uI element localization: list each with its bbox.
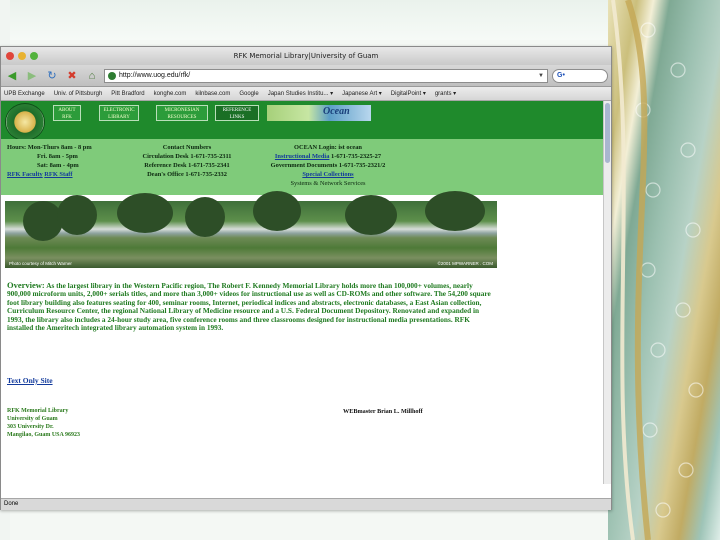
bookmark-item[interactable]: DigitalPoint ▾ bbox=[391, 90, 426, 97]
rfk-staff-link[interactable]: RFK Staff bbox=[44, 171, 72, 178]
overview-text: As the largest library in the Western Pa… bbox=[7, 281, 491, 333]
status-bar: Done bbox=[1, 498, 611, 510]
ocean-login-heading: OCEAN Login: ist ocean bbox=[294, 144, 362, 151]
photo-credit: Photo courtesy of Mitch Warner bbox=[9, 261, 72, 266]
vertical-scrollbar[interactable] bbox=[603, 101, 611, 484]
site-nav-band: ABOUT RFK ELECTRONIC LIBRARY MICRONESIAN… bbox=[1, 101, 611, 141]
window-title: RFK Memorial Library|University of Guam bbox=[233, 52, 379, 60]
forward-icon[interactable]: ▶ bbox=[24, 68, 40, 84]
page-content: ABOUT RFK ELECTRONIC LIBRARY MICRONESIAN… bbox=[1, 101, 611, 484]
bookmark-item[interactable]: konghe.com bbox=[154, 91, 187, 97]
tab-micronesian-resources[interactable]: MICRONESIAN RESOURCES bbox=[156, 105, 208, 121]
back-icon[interactable]: ◀ bbox=[4, 68, 20, 84]
info-panel: Hours: Mon-Thurs 8am - 8 pm Fri. 8am - 5… bbox=[1, 139, 611, 195]
scrollbar-thumb[interactable] bbox=[605, 103, 610, 163]
tab-electronic-library[interactable]: ELECTRONIC LIBRARY bbox=[99, 105, 139, 121]
bookmark-item[interactable]: Google bbox=[239, 91, 258, 97]
government-documents-line: Government Documents 1-671-735-2321/2 bbox=[270, 162, 386, 169]
address-line: Mangilao, Guam USA 96923 bbox=[7, 432, 81, 438]
hours-line: Sat: 8am - 4pm bbox=[37, 162, 79, 169]
window-controls bbox=[6, 52, 38, 60]
zoom-icon[interactable] bbox=[30, 52, 38, 60]
bookmarks-bar: UPB Exchange Univ. of Pittsburgh Pitt Br… bbox=[1, 87, 611, 101]
hours-column: Hours: Mon-Thurs 8am - 8 pm Fri. 8am - 5… bbox=[7, 143, 92, 179]
ocean-label: Ocean bbox=[323, 106, 350, 117]
address-line: RFK Memorial Library bbox=[7, 408, 69, 414]
slide-decorative-panel bbox=[608, 0, 720, 540]
contact-line: Dean's Office 1-671-735-2332 bbox=[147, 171, 227, 178]
site-favicon-icon bbox=[108, 71, 116, 80]
tab-about-rfk[interactable]: ABOUT RFK bbox=[53, 105, 81, 121]
contact-line: Circulation Desk 1-671-735-2311 bbox=[142, 153, 232, 160]
slide-header-band bbox=[0, 0, 618, 40]
reload-icon[interactable]: ↻ bbox=[44, 68, 60, 84]
webmaster-label: WEBmaster bbox=[343, 408, 376, 415]
bookmark-item[interactable]: Univ. of Pittsburgh bbox=[54, 91, 103, 97]
bookmark-item[interactable]: UPB Exchange bbox=[4, 91, 45, 97]
search-engine-text: G• bbox=[557, 72, 565, 79]
special-collections-link[interactable]: Special Collections bbox=[253, 170, 403, 179]
search-input[interactable]: G• bbox=[552, 68, 608, 83]
url-dropdown-icon[interactable]: ▼ bbox=[538, 73, 547, 79]
url-input[interactable]: http://www.uog.edu/rfk/ ▼ bbox=[104, 68, 548, 83]
floral-pattern bbox=[611, 0, 704, 540]
address-line: University of Guam bbox=[7, 416, 58, 422]
bookmark-item[interactable]: grants ▾ bbox=[435, 90, 456, 97]
url-text: http://www.uog.edu/rfk/ bbox=[119, 72, 191, 79]
text-only-site-link[interactable]: Text Only Site bbox=[7, 376, 53, 385]
university-seal-logo[interactable] bbox=[5, 103, 45, 141]
bookmark-item[interactable]: Pitt Bradford bbox=[111, 91, 144, 97]
webmaster-credit: WEBmaster Brian L. Millhoff bbox=[343, 408, 423, 415]
tab-reference-links[interactable]: REFERENCE LINKS bbox=[215, 105, 259, 121]
contact-line: Reference Desk 1-671-735-2341 bbox=[144, 162, 230, 169]
bookmark-item[interactable]: Japan Studies Institu... ▾ bbox=[268, 90, 333, 97]
minimize-icon[interactable] bbox=[18, 52, 26, 60]
campus-photo: Photo courtesy of Mitch Warner ©2001 MPW… bbox=[5, 191, 497, 268]
hours-line: Fri. 8am - 5pm bbox=[37, 153, 78, 160]
address-line: 303 University Dr. bbox=[7, 424, 54, 430]
status-text: Done bbox=[4, 501, 19, 507]
contact-heading: Contact Numbers bbox=[162, 144, 212, 151]
stop-icon[interactable]: ✖ bbox=[64, 68, 80, 84]
ocean-banner-link[interactable]: Ocean bbox=[267, 105, 371, 121]
photo-copyright: ©2001 MPWARNER . COM bbox=[437, 261, 493, 266]
webmaster-name: Brian L. Millhoff bbox=[377, 408, 423, 415]
browser-window: RFK Memorial Library|University of Guam … bbox=[0, 46, 612, 510]
library-address: RFK Memorial Library University of Guam … bbox=[7, 407, 80, 439]
bookmark-item[interactable]: kilnbase.com bbox=[195, 91, 230, 97]
home-icon[interactable]: ⌂ bbox=[84, 68, 100, 84]
media-phone: 1-671-735-2325-27 bbox=[331, 153, 382, 160]
window-titlebar: RFK Memorial Library|University of Guam bbox=[1, 47, 611, 65]
hours-line: Hours: Mon-Thurs 8am - 8 pm bbox=[7, 144, 92, 151]
ocean-login-column: OCEAN Login: ist ocean Instructional Med… bbox=[253, 143, 403, 188]
instructional-media-link[interactable]: Instructional Media bbox=[275, 153, 330, 160]
close-icon[interactable] bbox=[6, 52, 14, 60]
browser-toolbar: ◀ ▶ ↻ ✖ ⌂ http://www.uog.edu/rfk/ ▼ G• bbox=[1, 65, 611, 87]
bookmark-item[interactable]: Japanese Art ▾ bbox=[342, 90, 382, 97]
rfk-faculty-link[interactable]: RFK Faculty bbox=[7, 171, 43, 178]
systems-line: Systems & Network Services bbox=[290, 180, 366, 187]
contact-column: Contact Numbers Circulation Desk 1-671-7… bbox=[129, 143, 245, 179]
overview-paragraph: Overview: As the largest library in the … bbox=[7, 281, 493, 332]
